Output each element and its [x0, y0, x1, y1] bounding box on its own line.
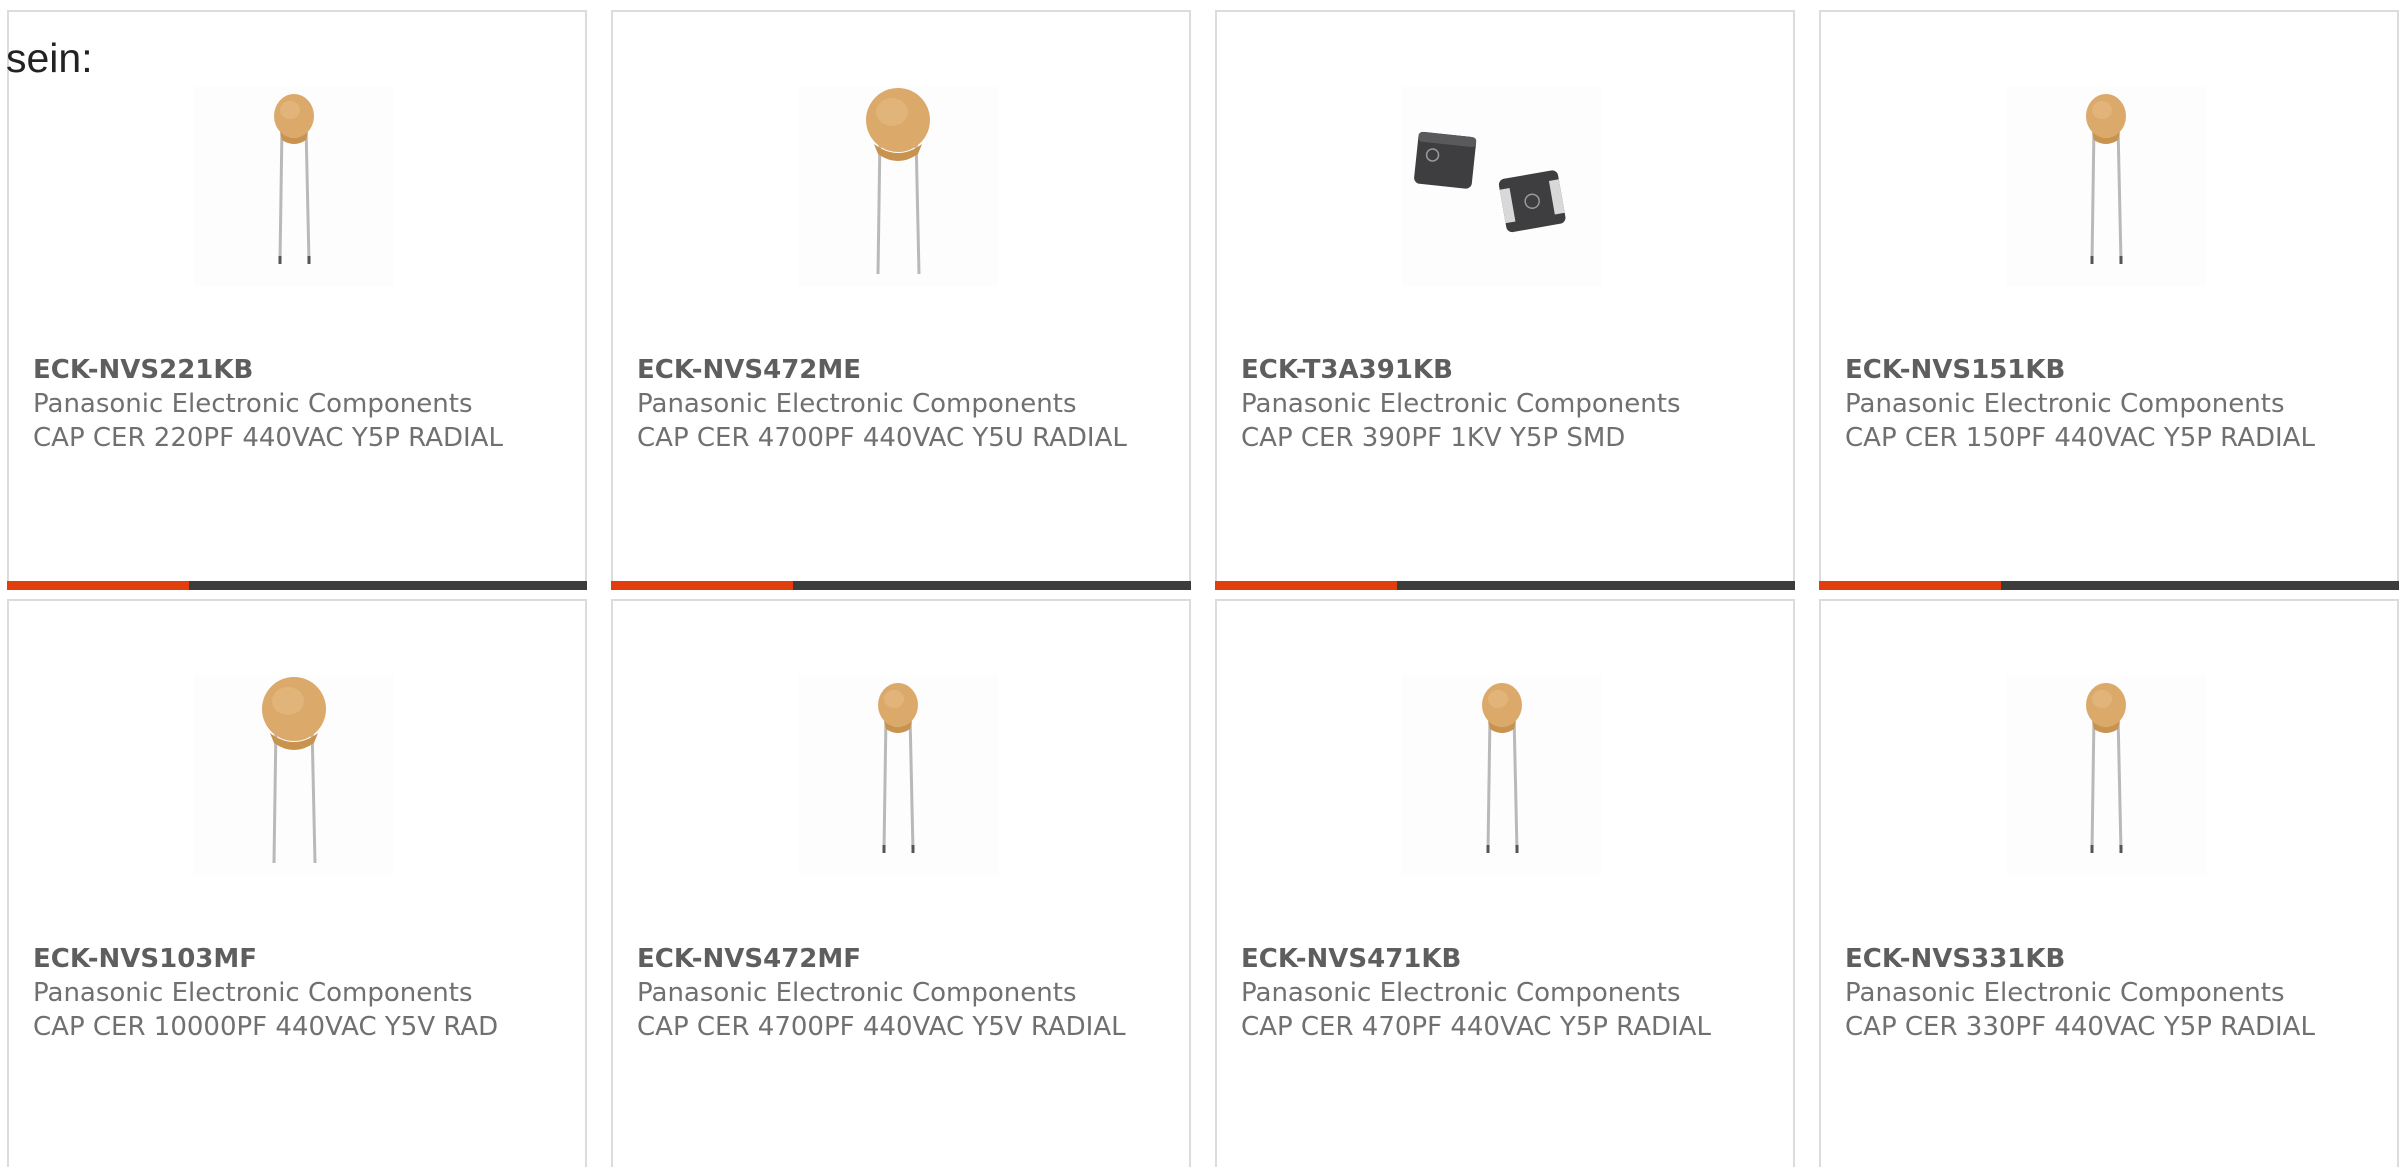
- intro-text: sein:: [6, 35, 93, 81]
- product-card[interactable]: ECK-NVS471KB Panasonic Electronic Compon…: [1215, 599, 1795, 1167]
- product-image[interactable]: [798, 675, 998, 875]
- product-description: CAP CER 4700PF 440VAC Y5V RADIAL: [637, 1012, 1126, 1042]
- product-image[interactable]: [798, 86, 998, 286]
- product-description: CAP CER 150PF 440VAC Y5P RADIAL: [1845, 423, 2315, 453]
- product-card[interactable]: ECK-NVS472ME Panasonic Electronic Compon…: [611, 10, 1191, 590]
- product-description: CAP CER 390PF 1KV Y5P SMD: [1241, 423, 1626, 453]
- product-image[interactable]: [194, 86, 394, 286]
- product-info: ECK-NVS331KB Panasonic Electronic Compon…: [1845, 942, 2365, 1044]
- product-card[interactable]: ECK-T3A391KB Panasonic Electronic Compon…: [1215, 10, 1795, 590]
- part-number-link[interactable]: ECK-NVS221KB: [33, 353, 553, 387]
- part-number-link[interactable]: ECK-NVS151KB: [1845, 353, 2365, 387]
- product-image[interactable]: [1402, 86, 1602, 286]
- product-card[interactable]: ECK-NVS472MF Panasonic Electronic Compon…: [611, 599, 1191, 1167]
- manufacturer-name: Panasonic Electronic Components: [637, 389, 1077, 419]
- product-info: ECK-NVS151KB Panasonic Electronic Compon…: [1845, 353, 2365, 455]
- product-info: ECK-NVS103MF Panasonic Electronic Compon…: [33, 942, 553, 1044]
- part-number-link[interactable]: ECK-NVS331KB: [1845, 942, 2365, 976]
- product-image[interactable]: [1402, 675, 1602, 875]
- product-card[interactable]: ECK-NVS221KB Panasonic Electronic Compon…: [7, 10, 587, 590]
- part-number-link[interactable]: ECK-NVS472MF: [637, 942, 1157, 976]
- manufacturer-name: Panasonic Electronic Components: [1241, 978, 1681, 1008]
- small-disc-capacitor-icon: [1482, 683, 1522, 853]
- card-accent-bar: [611, 581, 1191, 590]
- small-disc-capacitor-icon: [878, 683, 918, 853]
- manufacturer-name: Panasonic Electronic Components: [1241, 389, 1681, 419]
- product-description: CAP CER 10000PF 440VAC Y5V RAD: [33, 1012, 499, 1042]
- smd-capacitor-icon: [1414, 131, 1566, 233]
- card-accent-bar: [1819, 581, 2399, 590]
- product-info: ECK-NVS471KB Panasonic Electronic Compon…: [1241, 942, 1761, 1044]
- card-accent-bar: [7, 581, 587, 590]
- manufacturer-name: Panasonic Electronic Components: [1845, 389, 2285, 419]
- product-info: ECK-NVS472ME Panasonic Electronic Compon…: [637, 353, 1157, 455]
- small-disc-capacitor-icon: [274, 94, 314, 264]
- small-disc-capacitor-icon: [2086, 683, 2126, 853]
- manufacturer-name: Panasonic Electronic Components: [1845, 978, 2285, 1008]
- manufacturer-name: Panasonic Electronic Components: [33, 389, 473, 419]
- product-card[interactable]: ECK-NVS331KB Panasonic Electronic Compon…: [1819, 599, 2399, 1167]
- product-card[interactable]: ECK-NVS151KB Panasonic Electronic Compon…: [1819, 10, 2399, 590]
- product-description: CAP CER 330PF 440VAC Y5P RADIAL: [1845, 1012, 2315, 1042]
- product-image[interactable]: [2006, 675, 2206, 875]
- product-description: CAP CER 4700PF 440VAC Y5U RADIAL: [637, 423, 1127, 453]
- manufacturer-name: Panasonic Electronic Components: [637, 978, 1077, 1008]
- product-description: CAP CER 470PF 440VAC Y5P RADIAL: [1241, 1012, 1711, 1042]
- part-number-link[interactable]: ECK-NVS471KB: [1241, 942, 1761, 976]
- product-grid-page: sein: ECK-NVS221KB Panasonic Electronic …: [0, 0, 2400, 1167]
- product-info: ECK-T3A391KB Panasonic Electronic Compon…: [1241, 353, 1761, 455]
- part-number-link[interactable]: ECK-NVS472ME: [637, 353, 1157, 387]
- product-grid: ECK-NVS221KB Panasonic Electronic Compon…: [7, 10, 2399, 1167]
- small-disc-capacitor-icon: [2086, 94, 2126, 264]
- card-accent-bar: [1215, 581, 1795, 590]
- part-number-link[interactable]: ECK-NVS103MF: [33, 942, 553, 976]
- part-number-link[interactable]: ECK-T3A391KB: [1241, 353, 1761, 387]
- product-image[interactable]: [194, 675, 394, 875]
- product-info: ECK-NVS472MF Panasonic Electronic Compon…: [637, 942, 1157, 1044]
- large-disc-capacitor-icon: [866, 88, 930, 275]
- product-info: ECK-NVS221KB Panasonic Electronic Compon…: [33, 353, 553, 455]
- product-card[interactable]: ECK-NVS103MF Panasonic Electronic Compon…: [7, 599, 587, 1167]
- product-image[interactable]: [2006, 86, 2206, 286]
- manufacturer-name: Panasonic Electronic Components: [33, 978, 473, 1008]
- product-description: CAP CER 220PF 440VAC Y5P RADIAL: [33, 423, 503, 453]
- large-disc-capacitor-icon: [262, 677, 326, 864]
